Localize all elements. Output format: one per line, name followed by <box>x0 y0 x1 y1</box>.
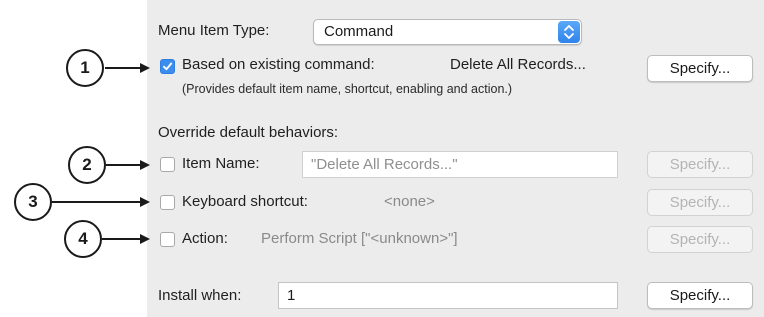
callout-4: 4 <box>64 220 102 258</box>
callout-1: 1 <box>66 49 104 87</box>
callout-3: 3 <box>14 183 52 221</box>
callout-2: 2 <box>68 146 106 184</box>
callout-arrows <box>52 63 150 244</box>
